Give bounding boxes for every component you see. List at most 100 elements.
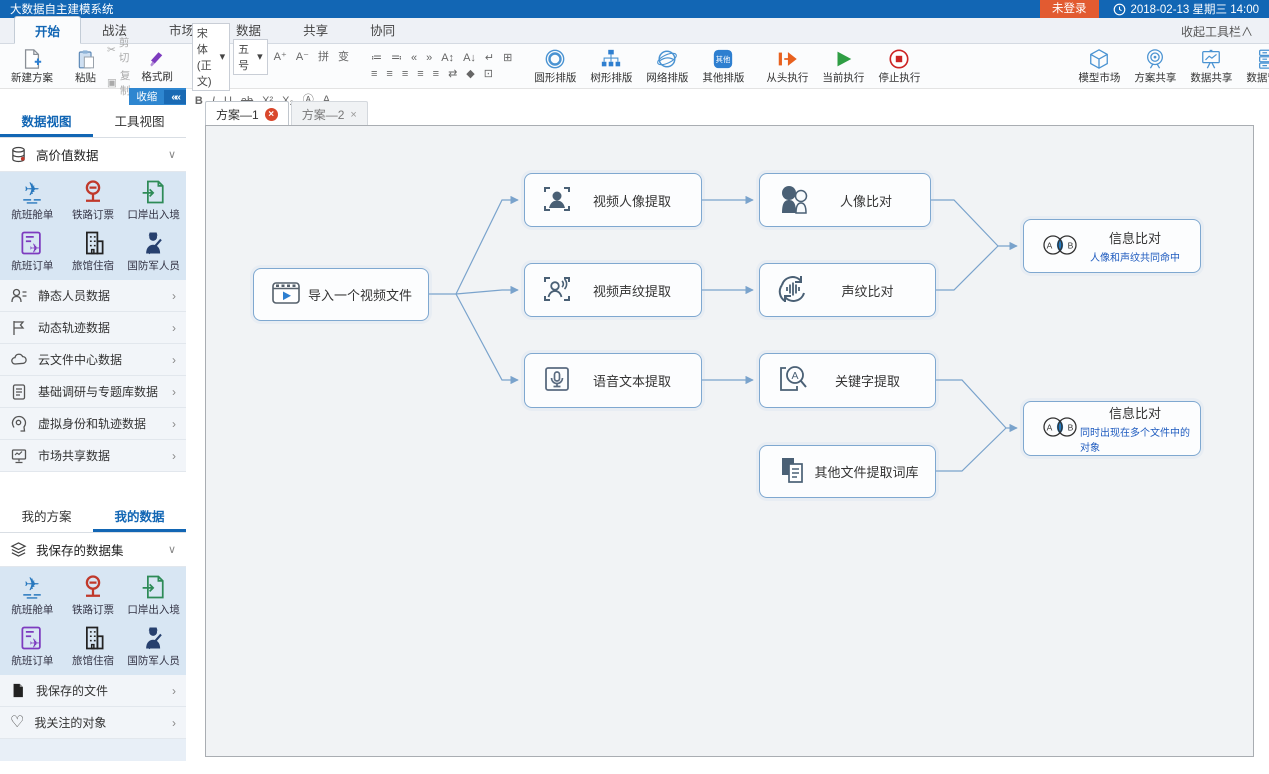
justify-button[interactable]: ≡	[414, 67, 426, 81]
dataset-flight-orders[interactable]: ✈ 航班订单	[2, 229, 63, 273]
line-spacing-button[interactable]: A↕	[438, 51, 457, 65]
dataset-flight-manifest[interactable]: ✈ 航班舱单	[2, 573, 63, 617]
close-tab-icon[interactable]: ×	[265, 108, 278, 121]
keyword-search-icon: A	[776, 363, 810, 398]
sidebar-item-trajectory-data[interactable]: 动态轨迹数据 ›	[0, 312, 186, 344]
plan-share-button[interactable]: 方案共享	[1127, 45, 1183, 87]
sort-button[interactable]: A↓	[460, 51, 479, 65]
circle-layout-button[interactable]: 圆形排版	[527, 45, 583, 87]
show-marks-button[interactable]: ↵	[482, 51, 497, 65]
dataset-hotel-stay[interactable]: 旅馆住宿	[63, 229, 124, 273]
login-status-badge[interactable]: 未登录	[1040, 0, 1099, 18]
tab-my-plans[interactable]: 我的方案	[0, 500, 93, 532]
node-info-compare-1[interactable]: A B 信息比对 人像和声纹共同命中	[1023, 219, 1201, 273]
align-left-button[interactable]: ≡	[368, 67, 380, 81]
node-face-compare[interactable]: 人像比对	[759, 173, 931, 227]
run-from-start-button[interactable]: 从头执行	[759, 45, 815, 87]
voiceprint-detect-icon	[541, 273, 573, 308]
grow-font-button[interactable]: A⁺	[271, 50, 290, 64]
node-video-face-extract[interactable]: 视频人像提取	[524, 173, 702, 227]
dataset-border-entry-exit[interactable]: 口岸出入境	[123, 573, 184, 617]
font-family-select[interactable]: 宋体 (正文)▾	[192, 23, 230, 91]
menu-tab-start[interactable]: 开始	[14, 16, 81, 44]
other-layout-icon: 其他	[711, 48, 735, 70]
decrease-indent-button[interactable]: «	[408, 51, 420, 65]
chevron-right-icon: ›	[172, 321, 176, 335]
format-painter-button[interactable]: 格式刷	[134, 46, 180, 86]
sidebar-item-cloud-file-data[interactable]: 云文件中心数据 ›	[0, 344, 186, 376]
bold-button[interactable]: B	[192, 94, 206, 108]
model-market-button[interactable]: 模型市场	[1071, 45, 1127, 87]
sidebar-item-market-shared-data[interactable]: 市场共享数据 ›	[0, 440, 186, 472]
node-video-voiceprint-extract[interactable]: 视频声纹提取	[524, 263, 702, 317]
phonetic-guide-button[interactable]: 拼	[315, 50, 332, 64]
high-value-data-header[interactable]: 高价值数据 ∨	[0, 138, 186, 172]
tab-tool-view[interactable]: 工具视图	[93, 105, 186, 137]
tab-plan-1[interactable]: 方案—1 ×	[205, 101, 289, 127]
plan-tabs: 方案—1 × 方案—2 ×	[205, 101, 368, 127]
other-layout-button[interactable]: 其他 其他排版	[695, 45, 751, 87]
align-right-button[interactable]: ≡	[399, 67, 411, 81]
sidebar-item-static-person-data[interactable]: 静态人员数据 ›	[0, 280, 186, 312]
high-value-dataset-grid: ✈ 航班舱单 铁路订票 口岸出入境	[0, 172, 186, 280]
sidebar-item-virtual-identity-data[interactable]: 虚拟身份和轨迹数据 ›	[0, 408, 186, 440]
chevron-right-icon: ›	[172, 385, 176, 399]
text-direction-button[interactable]: ⇄	[445, 67, 460, 81]
face-compare-icon	[776, 183, 812, 218]
stop-button[interactable]: 停止执行	[871, 45, 927, 87]
close-tab-icon[interactable]: ×	[350, 109, 356, 121]
dataset-border-entry-exit[interactable]: 口岸出入境	[123, 178, 184, 222]
run-from-start-icon	[775, 48, 799, 70]
tab-plan-2[interactable]: 方案—2 ×	[291, 101, 368, 127]
tab-my-data[interactable]: 我的数据	[93, 500, 186, 532]
table-button[interactable]: ⊡	[481, 67, 496, 81]
flow-canvas[interactable]: 导入一个视频文件 视频人像提取	[205, 125, 1254, 757]
venn-diagram-icon: A B	[1040, 231, 1080, 262]
building-icon	[78, 229, 108, 257]
paste-button[interactable]: 粘贴	[68, 46, 103, 87]
database-icon	[10, 146, 27, 163]
tab-data-view[interactable]: 数据视图	[0, 105, 93, 137]
data-share-button[interactable]: 数据共享	[1183, 45, 1239, 87]
sidebar-item-research-library-data[interactable]: 基础调研与专题库数据 ›	[0, 376, 186, 408]
cut-button[interactable]: ✂ 剪切	[103, 35, 134, 65]
node-info-compare-2[interactable]: A B 信息比对 同时出现在多个文件中的对象	[1023, 401, 1201, 456]
bullet-list-button[interactable]: ≔	[368, 51, 385, 65]
svg-text:A: A	[1047, 240, 1053, 250]
node-other-files-lexicon[interactable]: 其他文件提取词库	[759, 445, 936, 498]
font-size-select[interactable]: 五号▾	[233, 39, 268, 75]
sidebar-item-saved-files[interactable]: 我保存的文件 ›	[0, 675, 186, 707]
tree-layout-button[interactable]: 树形排版	[583, 45, 639, 87]
tree-layout-icon	[599, 48, 623, 70]
run-current-button[interactable]: 当前执行	[815, 45, 871, 87]
dataset-hotel-stay[interactable]: 旅馆住宿	[63, 624, 124, 668]
new-plan-button[interactable]: 新建方案	[4, 45, 60, 87]
dataset-flight-manifest[interactable]: ✈ 航班舱单	[2, 178, 63, 222]
align-center-button[interactable]: ≡	[383, 67, 395, 81]
network-layout-button[interactable]: 网络排版	[639, 45, 695, 87]
dataset-rail-tickets[interactable]: 铁路订票	[63, 573, 124, 617]
numbered-list-button[interactable]: ≕	[388, 51, 405, 65]
saved-datasets-header[interactable]: 我保存的数据集 ∨	[0, 533, 186, 567]
increase-indent-button[interactable]: »	[423, 51, 435, 65]
data-retention-button[interactable]: 数据留存	[1239, 45, 1269, 87]
shading-button[interactable]: ◆	[463, 67, 477, 81]
dataset-military-personnel[interactable]: 国防军人员	[123, 229, 184, 273]
menu-tab-collab[interactable]: 协同	[349, 15, 416, 43]
distribute-button[interactable]: ≡	[430, 67, 442, 81]
sidebar-item-followed-objects[interactable]: ♡ 我关注的对象 ›	[0, 707, 186, 739]
dataset-rail-tickets[interactable]: 铁路订票	[63, 178, 124, 222]
collapse-toolbar-button[interactable]: 收起工具栏∧	[1165, 19, 1269, 43]
borders-button[interactable]: ⊞	[500, 51, 515, 65]
sidebar-collapse-button[interactable]: 收缩 ««	[129, 88, 186, 105]
svg-text:B: B	[1068, 240, 1074, 250]
node-speech-text-extract[interactable]: 语音文本提取	[524, 353, 702, 408]
node-import-video-file[interactable]: 导入一个视频文件	[253, 268, 429, 321]
node-keyword-extract[interactable]: A 关键字提取	[759, 353, 936, 408]
change-case-button[interactable]: 变	[335, 50, 352, 64]
dataset-military-personnel[interactable]: 国防军人员	[123, 624, 184, 668]
dataset-flight-orders[interactable]: ✈ 航班订单	[2, 624, 63, 668]
node-voiceprint-compare[interactable]: 声纹比对	[759, 263, 936, 317]
monitor-icon	[10, 447, 28, 465]
shrink-font-button[interactable]: A⁻	[293, 50, 312, 64]
